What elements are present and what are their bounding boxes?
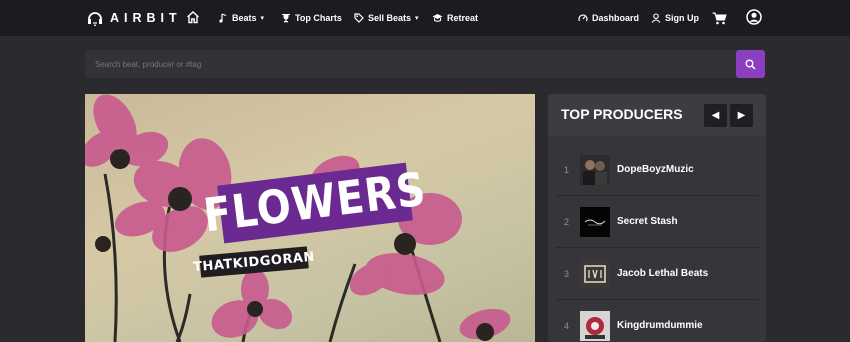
producer-row[interactable]: 1 DopeBoyzMuzic (556, 144, 758, 196)
nav-beats[interactable]: Beats ▾ (219, 10, 264, 26)
chevron-left-icon: ◀ (711, 110, 720, 121)
airbit-logo[interactable]: AIRBIT (86, 8, 182, 28)
producer-row[interactable]: 3 Jacob Lethal Beats (556, 248, 758, 300)
home-icon[interactable] (186, 9, 200, 25)
search-input[interactable] (85, 50, 735, 78)
music-note-icon (219, 13, 228, 23)
producer-avatar (580, 155, 610, 185)
nav-retreat[interactable]: Retreat (432, 10, 478, 26)
cart-icon[interactable] (712, 10, 727, 26)
producer-rank: 2 (564, 217, 570, 227)
top-producers-panel: TOP PRODUCERS ◀ ▶ 1 DopeBoyzMuzic 2 Secr… (548, 94, 766, 342)
nav-sign-up-label: Sign Up (665, 13, 699, 23)
nav-top-charts-label: Top Charts (295, 13, 342, 23)
search-bar (85, 50, 765, 78)
chevron-right-icon: ▶ (737, 110, 746, 121)
tag-icon (354, 13, 364, 23)
prev-button[interactable]: ◀ (704, 104, 727, 127)
graduation-cap-icon (432, 13, 443, 23)
producer-name: Jacob Lethal Beats (617, 268, 709, 279)
producer-rank: 4 (564, 321, 570, 331)
nav-dashboard-label: Dashboard (592, 13, 640, 23)
producer-row[interactable]: 2 Secret Stash (556, 196, 758, 248)
producer-rank: 3 (564, 269, 570, 279)
chevron-down-icon: ▾ (415, 15, 419, 22)
nav-dashboard[interactable]: Dashboard (578, 10, 639, 26)
nav-beats-label: Beats (232, 13, 257, 23)
producer-name: DopeBoyzMuzic (617, 164, 694, 175)
dashboard-icon (578, 13, 588, 23)
nav-top-charts[interactable]: Top Charts (281, 10, 342, 26)
featured-banner[interactable]: FLOWERS THATKIDGORAN (85, 94, 535, 342)
top-navbar: AIRBIT Beats ▾ Top Charts Sell Beats ▾ R… (0, 0, 850, 36)
producer-row[interactable]: 4 Kingdrumdummie (556, 300, 758, 342)
headphones-logo-icon (86, 9, 104, 27)
panel-title: TOP PRODUCERS (561, 106, 683, 122)
producer-avatar (580, 259, 610, 289)
search-button[interactable] (736, 50, 765, 78)
nav-sign-up[interactable]: Sign Up (651, 10, 699, 26)
logo-text: AIRBIT (110, 11, 182, 25)
producer-name: Secret Stash (617, 216, 678, 227)
producer-avatar (580, 207, 610, 237)
trophy-icon (281, 13, 291, 23)
account-icon[interactable] (746, 9, 762, 25)
producer-avatar (580, 311, 610, 341)
nav-sell-beats[interactable]: Sell Beats ▾ (354, 10, 419, 26)
producer-rank: 1 (564, 165, 570, 175)
nav-retreat-label: Retreat (447, 13, 479, 23)
user-icon (651, 13, 661, 23)
chevron-down-icon: ▾ (260, 15, 265, 22)
panel-header: TOP PRODUCERS ◀ ▶ (548, 94, 766, 136)
search-icon (745, 59, 756, 70)
nav-sell-beats-label: Sell Beats (368, 13, 412, 23)
next-button[interactable]: ▶ (730, 104, 753, 127)
producer-name: Kingdrumdummie (617, 320, 703, 331)
